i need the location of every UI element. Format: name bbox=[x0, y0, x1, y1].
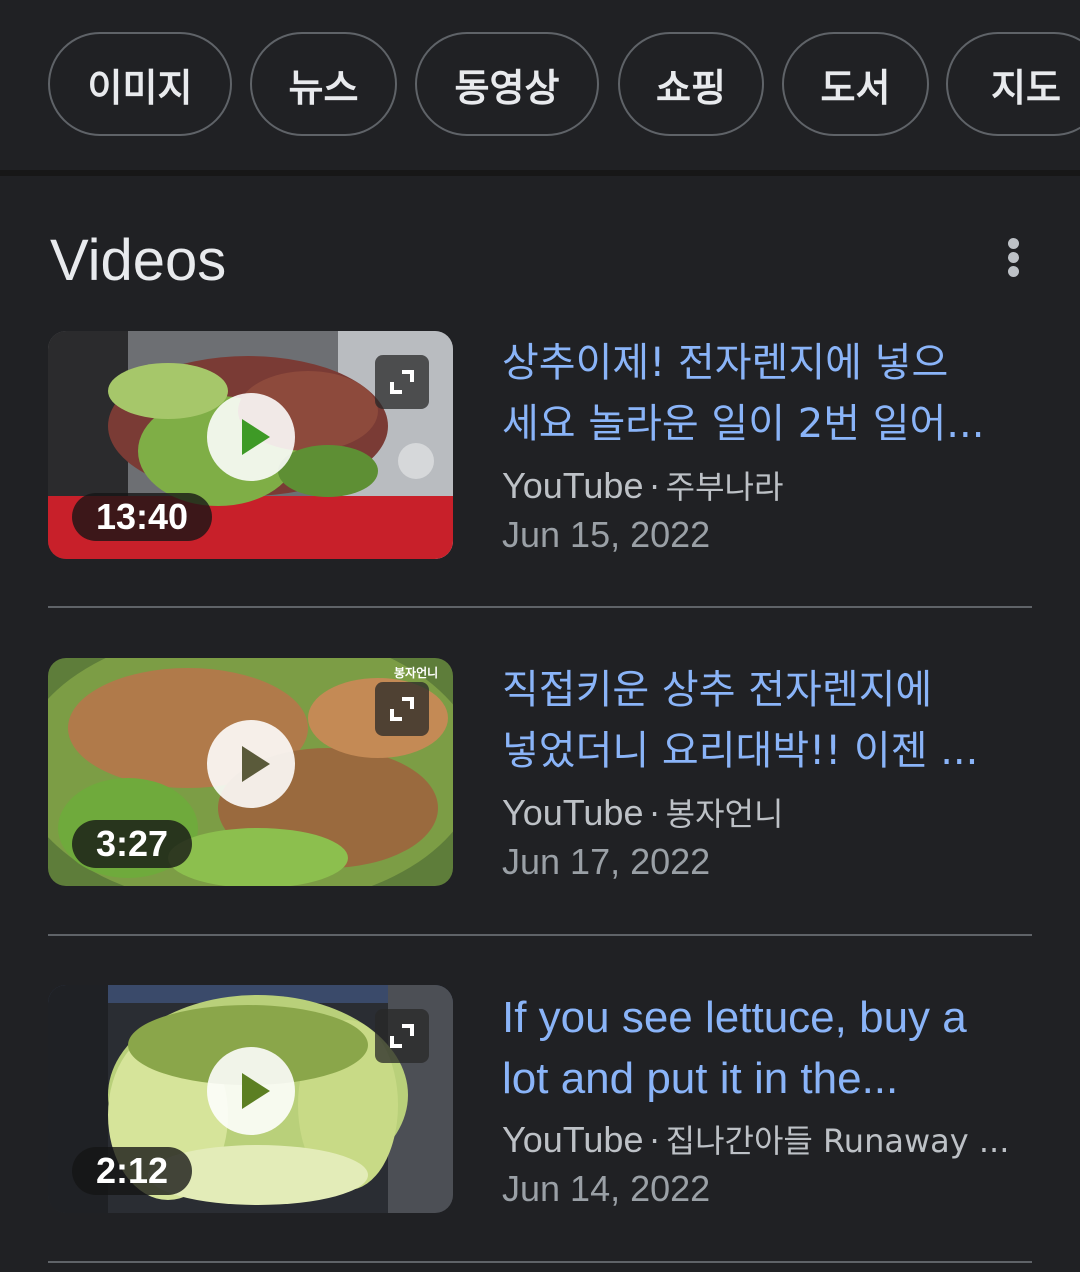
video-date: Jun 14, 2022 bbox=[502, 1168, 711, 1209]
video-channel: 봉자언니 bbox=[665, 795, 784, 833]
video-result[interactable]: 2:12 If you see lettuce, buy a lot and p… bbox=[48, 985, 1032, 1215]
play-button[interactable] bbox=[207, 720, 295, 808]
play-icon bbox=[242, 419, 270, 455]
video-title-link[interactable]: 상추이제! 전자렌지에 넣으 세요 놀라운 일이 2번 일어... bbox=[502, 333, 1032, 455]
chip-news[interactable]: 뉴스 bbox=[250, 32, 397, 136]
play-button[interactable] bbox=[207, 393, 295, 481]
meta-separator: · bbox=[649, 468, 660, 506]
video-duration: 3:27 bbox=[72, 820, 193, 868]
video-title-link[interactable]: 직접키운 상추 전자렌지에 넣었더니 요리대박!! 이젠 ... bbox=[502, 660, 1032, 782]
video-duration: 13:40 bbox=[72, 493, 213, 541]
video-title-link[interactable]: If you see lettuce, buy a lot and put it… bbox=[502, 987, 1032, 1109]
video-duration: 2:12 bbox=[72, 1147, 193, 1195]
video-date: Jun 17, 2022 bbox=[502, 841, 711, 882]
expand-icon[interactable] bbox=[375, 355, 429, 409]
meta-separator: · bbox=[649, 795, 660, 833]
video-title-line: 넣었더니 요리대박!! 이젠 ... bbox=[502, 728, 979, 774]
video-date: Jun 15, 2022 bbox=[502, 514, 711, 555]
expand-icon[interactable] bbox=[375, 1009, 429, 1063]
video-title-line: 세요 놀라운 일이 2번 일어... bbox=[502, 401, 985, 447]
video-result[interactable]: 봉자언니 3:27 직접키운 상추 전자렌지에 넣었더니 요리대박!! 이젠 .… bbox=[48, 658, 1032, 888]
video-title-line: 상추이제! 전자렌지에 넣으 bbox=[502, 340, 949, 386]
thumbnail-watermark: 봉자언니 bbox=[394, 666, 439, 680]
video-source: YouTube bbox=[502, 1119, 644, 1160]
more-vert-icon[interactable] bbox=[1000, 234, 1030, 280]
video-result[interactable]: 13:40 상추이제! 전자렌지에 넣으 세요 놀라운 일이 2번 일어... … bbox=[48, 331, 1032, 561]
chip-shopping[interactable]: 쇼핑 bbox=[618, 32, 764, 136]
video-title-line: 직접키운 상추 전자렌지에 bbox=[502, 667, 933, 713]
chip-videos[interactable]: 동영상 bbox=[415, 32, 599, 136]
row-divider bbox=[48, 606, 1032, 608]
category-chips-bar: 이미지 뉴스 동영상 쇼핑 도서 지도 bbox=[0, 0, 1080, 170]
video-meta: YouTube · 주부나라 bbox=[502, 463, 1032, 510]
video-source: YouTube bbox=[502, 465, 644, 506]
video-meta: YouTube · 봉자언니 bbox=[502, 790, 1032, 837]
expand-icon[interactable] bbox=[375, 682, 429, 736]
section-divider bbox=[0, 170, 1080, 176]
video-meta: YouTube · 집나간아들 Runaway ... bbox=[502, 1117, 1032, 1164]
play-button[interactable] bbox=[207, 1047, 295, 1135]
row-divider bbox=[48, 934, 1032, 936]
play-icon bbox=[242, 746, 270, 782]
video-source: YouTube bbox=[502, 792, 644, 833]
video-title-line: lot and put it in the... bbox=[502, 1054, 899, 1103]
chip-images[interactable]: 이미지 bbox=[48, 32, 232, 136]
video-thumbnail[interactable]: 2:12 bbox=[48, 985, 453, 1213]
video-channel: 주부나라 bbox=[665, 468, 784, 506]
video-thumbnail[interactable]: 봉자언니 3:27 bbox=[48, 658, 453, 886]
section-title: Videos bbox=[50, 228, 227, 293]
video-thumbnail[interactable]: 13:40 bbox=[48, 331, 453, 559]
chip-books[interactable]: 도서 bbox=[782, 32, 929, 136]
video-channel: 집나간아들 Runaway ... bbox=[665, 1122, 1010, 1160]
play-icon bbox=[242, 1073, 270, 1109]
row-divider bbox=[48, 1261, 1032, 1263]
meta-separator: · bbox=[649, 1122, 660, 1160]
chip-maps[interactable]: 지도 bbox=[946, 32, 1080, 136]
video-title-line: If you see lettuce, buy a bbox=[502, 993, 967, 1042]
